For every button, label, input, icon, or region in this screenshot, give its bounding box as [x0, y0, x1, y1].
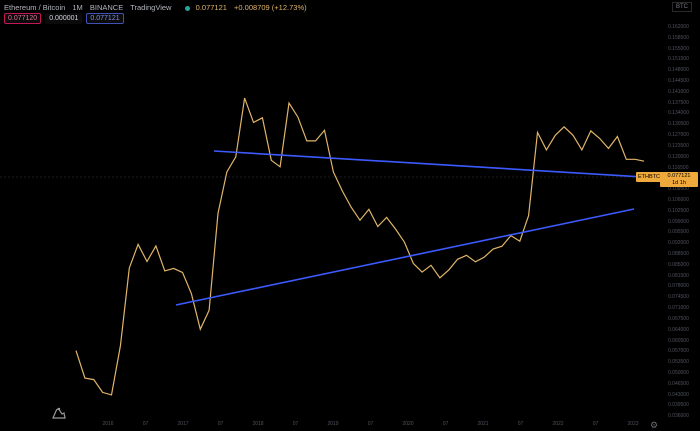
y-tick-label: 0.088500 [668, 251, 689, 258]
y-tick-label: 0.064000 [668, 326, 689, 333]
x-tick-label: 2019 [327, 421, 339, 427]
symbol-badge: ETHBTC [636, 172, 662, 182]
y-tick-label: 0.050000 [668, 369, 689, 376]
price-axis[interactable]: 0.162000 0.158500 0.155000 0.151500 0.148000… [668, 24, 700, 424]
x-tick-label: 07 [517, 421, 524, 427]
candle-countdown: 1d 1h [672, 180, 686, 186]
x-tick-label: 2016 [102, 421, 114, 427]
tradingview-logo-icon[interactable] [50, 405, 68, 421]
current-price-badge: 0.077121 1d 1h [660, 172, 698, 187]
y-tick-label: 0.078000 [668, 283, 689, 290]
y-tick-label: 0.046500 [668, 380, 689, 387]
y-tick-label: 0.120000 [668, 153, 689, 160]
series-layer [75, 97, 645, 396]
y-tick-label: 0.123500 [668, 142, 689, 149]
gear-icon[interactable]: ⚙ [650, 420, 658, 431]
y-tick-label: 0.081500 [668, 272, 689, 279]
y-tick-label: 0.158500 [668, 34, 689, 41]
y-tick-label: 0.060500 [668, 337, 689, 344]
price-series-line[interactable] [75, 97, 645, 396]
y-tick-label: 0.043000 [668, 391, 689, 398]
trendline-layer [175, 150, 645, 306]
price-chart[interactable] [0, 0, 700, 431]
y-tick-label: 0.102500 [668, 207, 689, 214]
x-tick-label: 2022 [552, 421, 564, 427]
y-tick-label: 0.137500 [668, 99, 689, 106]
y-tick-label: 0.071000 [668, 305, 689, 312]
x-tick-label: 2021 [477, 421, 489, 427]
y-tick-label: 0.095500 [668, 229, 689, 236]
y-tick-label: 0.151500 [668, 56, 689, 63]
x-tick-label: 07 [142, 421, 149, 427]
y-tick-label: 0.130500 [668, 121, 689, 128]
y-tick-label: 0.057000 [668, 348, 689, 355]
y-tick-label: 0.155000 [668, 45, 689, 52]
x-tick-label: 2017 [177, 421, 189, 427]
y-tick-label: 0.085000 [668, 261, 689, 268]
y-tick-label: 0.106000 [668, 196, 689, 203]
x-tick-label: 07 [442, 421, 449, 427]
trendline-upper[interactable] [213, 150, 645, 178]
y-tick-label: 0.074500 [668, 294, 689, 301]
x-tick-label: 07 [367, 421, 374, 427]
current-price: 0.077121 [667, 173, 691, 179]
y-tick-label: 0.162000 [668, 24, 689, 30]
x-tick-label: 2018 [252, 421, 264, 427]
y-tick-label: 0.116500 [668, 164, 689, 171]
y-tick-label: 0.109500 [668, 186, 689, 193]
y-tick-label: 0.039500 [668, 402, 689, 409]
y-tick-label: 0.127000 [668, 132, 689, 139]
y-tick-label: 0.141000 [668, 88, 689, 95]
y-tick-label: 0.036000 [668, 413, 689, 420]
y-tick-label: 0.092000 [668, 240, 689, 247]
x-tick-label: 07 [592, 421, 599, 427]
trendline-lower[interactable] [175, 208, 635, 306]
y-tick-label: 0.148000 [668, 67, 689, 74]
x-tick-label: 07 [217, 421, 224, 427]
x-tick-label: 2020 [402, 421, 414, 427]
y-tick-label: 0.134000 [668, 110, 689, 117]
y-tick-label: 0.099000 [668, 218, 689, 225]
y-tick-label: 0.053500 [668, 359, 689, 366]
x-tick-label: 2023 [627, 421, 639, 427]
x-tick-label: 07 [292, 421, 299, 427]
y-tick-label: 0.144500 [668, 78, 689, 85]
y-tick-label: 0.067500 [668, 315, 689, 322]
